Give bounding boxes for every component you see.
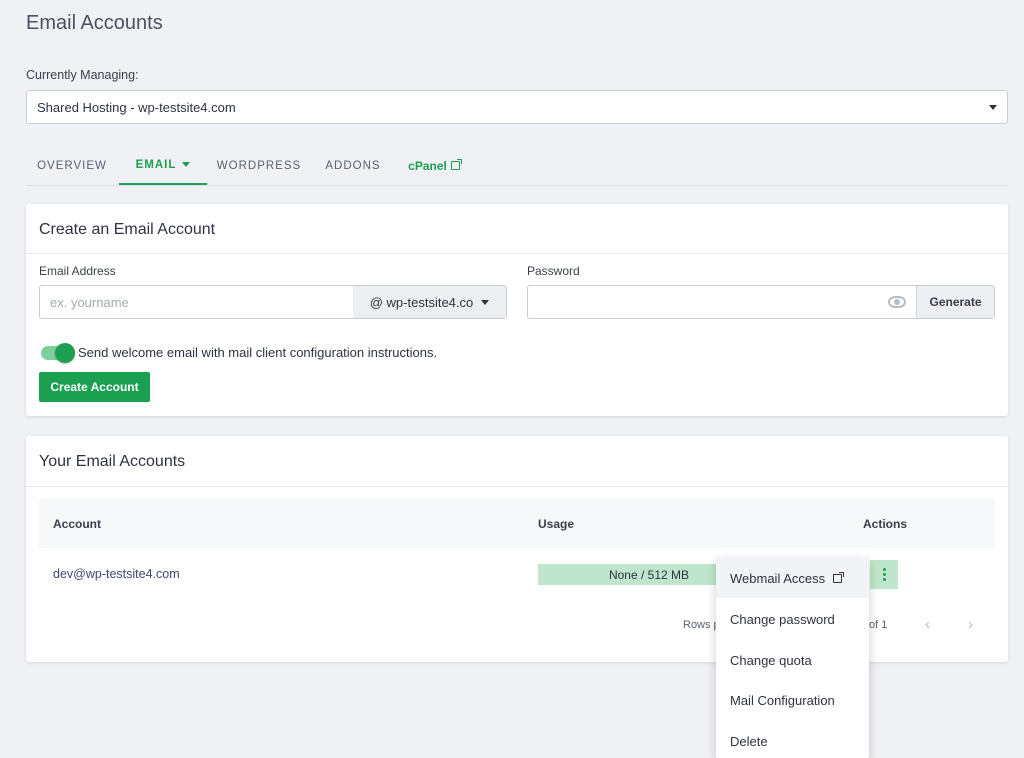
managing-label: Currently Managing: — [26, 68, 139, 82]
domain-select-value: @ wp-testsite4.co — [369, 294, 474, 310]
email-address-input[interactable]: ex. yourname @ wp-testsite4.co — [39, 285, 507, 319]
create-card-title: Create an Email Account — [39, 221, 216, 238]
divider — [26, 253, 1008, 254]
tab-email[interactable]: EMAIL — [119, 146, 207, 185]
generate-button[interactable]: Generate — [916, 286, 994, 318]
tab-addons[interactable]: ADDONS — [316, 146, 390, 185]
column-account: Account — [53, 517, 101, 531]
pagination-info: of 1 — [869, 619, 888, 631]
welcome-email-label: Send welcome email with mail client conf… — [78, 345, 438, 360]
hosting-select[interactable]: Shared Hosting - wp-testsite4.com — [26, 90, 1008, 124]
menu-item-change-quota[interactable]: Change quota — [716, 640, 869, 680]
chevron-down-icon — [182, 162, 191, 167]
create-account-card: Create an Email Account Email Address ex… — [26, 204, 1008, 416]
menu-item-delete[interactable]: Delete — [716, 721, 869, 758]
column-actions: Actions — [863, 517, 908, 531]
email-address-label: Email Address — [39, 264, 116, 278]
usage-text: None / 512 MB — [608, 567, 690, 582]
tab-bar: OVERVIEW EMAIL WORDPRESS ADDONS cPanel — [26, 146, 1008, 186]
toggle-knob — [55, 343, 75, 363]
domain-select[interactable]: @ wp-testsite4.co — [353, 286, 506, 318]
accounts-card-title: Your Email Accounts — [39, 453, 186, 470]
divider — [26, 486, 1008, 487]
email-placeholder: ex. yourname — [50, 295, 129, 310]
chevron-right-icon[interactable]: › — [968, 616, 973, 633]
menu-item-change-password[interactable]: Change password — [716, 599, 869, 639]
chevron-down-icon — [481, 299, 490, 305]
actions-menu: Webmail Access Change password Change qu… — [716, 558, 869, 758]
hosting-select-value: Shared Hosting - wp-testsite4.com — [37, 99, 236, 115]
rows-per-page-label: Rows p — [683, 619, 720, 631]
menu-item-webmail-access[interactable]: Webmail Access — [716, 558, 869, 598]
password-label: Password — [527, 264, 580, 278]
tab-wordpress[interactable]: WORDPRESS — [212, 146, 306, 185]
chevron-left-icon[interactable]: ‹ — [925, 616, 930, 633]
table-header: Account Usage Actions — [39, 498, 995, 548]
eye-icon[interactable] — [888, 296, 906, 308]
tab-overview[interactable]: OVERVIEW — [26, 146, 118, 185]
menu-item-mail-configuration[interactable]: Mail Configuration — [716, 680, 869, 720]
more-vert-icon[interactable] — [870, 560, 898, 589]
tab-cpanel[interactable]: cPanel — [402, 146, 466, 185]
page-title: Email Accounts — [26, 12, 163, 34]
account-email: dev@wp-testsite4.com — [53, 567, 180, 581]
chevron-down-icon — [989, 104, 997, 110]
external-link-icon — [450, 159, 462, 170]
create-account-button[interactable]: Create Account — [39, 372, 150, 402]
column-usage: Usage — [538, 517, 575, 531]
welcome-email-toggle[interactable] — [41, 343, 75, 363]
external-link-icon — [833, 571, 845, 583]
password-input[interactable]: Generate — [527, 285, 995, 319]
